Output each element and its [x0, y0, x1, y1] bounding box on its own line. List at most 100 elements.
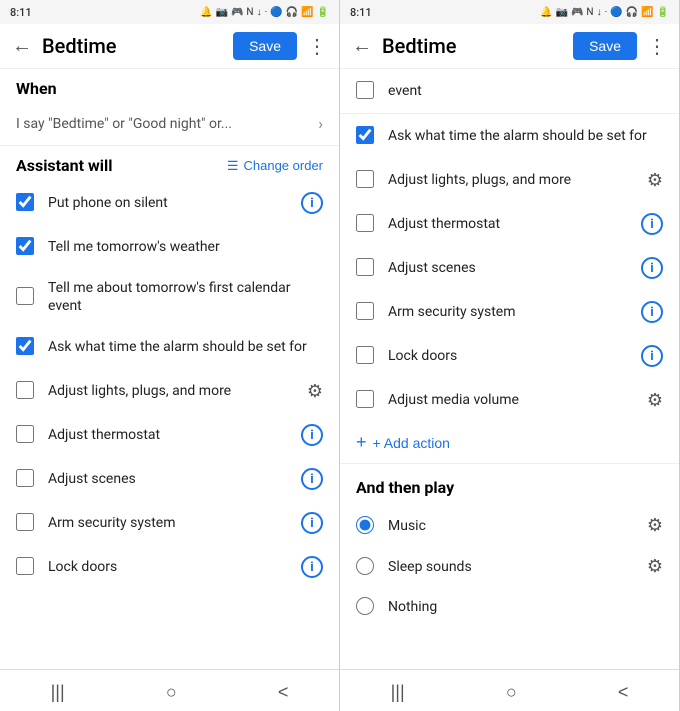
gear-icon-sleep-sounds[interactable]: ⚙	[647, 556, 663, 577]
radio-input-sleep-sounds[interactable]	[356, 557, 374, 575]
gear-icon-adjust-media-r[interactable]: ⚙	[647, 390, 663, 411]
action-adjust-scenes: Adjust scenes i	[0, 457, 339, 501]
checkbox-put-phone-silent[interactable]	[16, 193, 34, 211]
save-button-left[interactable]: Save	[233, 32, 297, 60]
info-icon-adjust-scenes[interactable]: i	[301, 468, 323, 490]
status-icons-left: 🔔 📷 🎮 N ↓ · 🔵 🎧 📶 🔋	[200, 7, 329, 18]
radio-sleep-sounds: Sleep sounds ⚙	[340, 546, 679, 587]
checkbox-ask-alarm[interactable]	[16, 337, 34, 355]
radio-label-music: Music	[388, 518, 639, 534]
action-label-adjust-lights-r: Adjust lights, plugs, and more	[388, 171, 639, 189]
checkbox-adjust-scenes-r[interactable]	[356, 258, 374, 276]
checkbox-ask-alarm-r[interactable]	[356, 126, 374, 144]
status-bar-right: 8:11 🔔 📷 🎮 N ↓ · 🔵 🎧 📶 🔋	[340, 0, 679, 24]
action-adjust-media-r: Adjust media volume ⚙	[340, 378, 679, 422]
info-icon-adjust-thermostat[interactable]: i	[301, 424, 323, 446]
action-arm-security: Arm security system i	[0, 501, 339, 545]
info-icon-adjust-scenes-r[interactable]: i	[641, 257, 663, 279]
action-label-arm-security-r: Arm security system	[388, 303, 633, 321]
change-order-button[interactable]: ☰ Change order	[227, 158, 323, 174]
info-icon-arm-security-r[interactable]: i	[641, 301, 663, 323]
back-button-right[interactable]: ←	[352, 35, 372, 58]
nav-home-left[interactable]: ○	[146, 678, 197, 707]
reorder-icon: ☰	[227, 158, 239, 174]
change-order-label: Change order	[244, 158, 324, 173]
back-button-left[interactable]: ←	[12, 35, 32, 58]
action-label-tell-calendar: Tell me about tomorrow's first calendar …	[48, 279, 323, 315]
checkbox-adjust-lights-r[interactable]	[356, 170, 374, 188]
radio-music: Music ⚙	[340, 505, 679, 546]
status-bar-left: 8:11 🔔 📷 🎮 N ↓ · 🔵 🎧 📶 🔋	[0, 0, 339, 24]
info-icon-put-phone-silent[interactable]: i	[301, 192, 323, 214]
checkbox-lock-doors[interactable]	[16, 557, 34, 575]
action-adjust-lights-r: Adjust lights, plugs, and more ⚙	[340, 158, 679, 202]
action-adjust-scenes-r: Adjust scenes i	[340, 246, 679, 290]
nav-bar-left: ||| ○ <	[0, 669, 339, 711]
action-label-adjust-lights: Adjust lights, plugs, and more	[48, 382, 299, 400]
checkbox-tell-weather[interactable]	[16, 237, 34, 255]
radio-label-nothing: Nothing	[388, 599, 663, 615]
nav-menu-left[interactable]: |||	[31, 678, 85, 707]
page-title-left: Bedtime	[42, 34, 233, 58]
action-label-adjust-scenes: Adjust scenes	[48, 470, 293, 488]
nav-bar-right: ||| ○ <	[340, 669, 679, 711]
more-button-left[interactable]: ⋮	[307, 34, 327, 59]
nav-home-right[interactable]: ○	[486, 678, 537, 707]
action-label-ask-alarm: Ask what time the alarm should be set fo…	[48, 338, 323, 356]
action-label-lock-doors: Lock doors	[48, 558, 293, 576]
action-adjust-thermostat: Adjust thermostat i	[0, 413, 339, 457]
action-label-adjust-thermostat-r: Adjust thermostat	[388, 215, 633, 233]
status-time-right: 8:11	[350, 6, 372, 19]
add-action-button[interactable]: + + Add action	[340, 422, 466, 463]
checkbox-adjust-media-r[interactable]	[356, 390, 374, 408]
checkbox-adjust-lights[interactable]	[16, 381, 34, 399]
checkbox-tell-calendar[interactable]	[16, 287, 34, 305]
action-label-lock-doors-r: Lock doors	[388, 347, 633, 365]
assistant-will-label: Assistant will	[16, 156, 112, 175]
nav-back-right[interactable]: <	[598, 678, 649, 707]
action-label-tell-weather: Tell me tomorrow's weather	[48, 238, 323, 256]
nav-menu-right[interactable]: |||	[371, 678, 425, 707]
status-time-left: 8:11	[10, 6, 32, 19]
content-right: event Ask what time the alarm should be …	[340, 69, 679, 669]
action-label-adjust-media-r: Adjust media volume	[388, 391, 639, 409]
checkbox-adjust-scenes[interactable]	[16, 469, 34, 487]
left-panel: 8:11 🔔 📷 🎮 N ↓ · 🔵 🎧 📶 🔋 ← Bedtime Save …	[0, 0, 340, 711]
checkbox-arm-security-r[interactable]	[356, 302, 374, 320]
radio-input-nothing[interactable]	[356, 597, 374, 615]
info-icon-arm-security[interactable]: i	[301, 512, 323, 534]
checkbox-adjust-thermostat[interactable]	[16, 425, 34, 443]
trigger-text: I say "Bedtime" or "Good night" or...	[16, 116, 232, 132]
save-button-right[interactable]: Save	[573, 32, 637, 60]
radio-input-music[interactable]	[356, 516, 374, 534]
info-icon-lock-doors[interactable]: i	[301, 556, 323, 578]
nav-back-left[interactable]: <	[258, 678, 309, 707]
gear-icon-music[interactable]: ⚙	[647, 515, 663, 536]
checkbox-arm-security[interactable]	[16, 513, 34, 531]
add-action-plus-icon: +	[356, 432, 367, 453]
action-tell-weather: Tell me tomorrow's weather	[0, 225, 339, 269]
more-button-right[interactable]: ⋮	[647, 34, 667, 59]
action-tell-calendar: Tell me about tomorrow's first calendar …	[0, 269, 339, 325]
info-icon-adjust-thermostat-r[interactable]: i	[641, 213, 663, 235]
action-label-arm-security: Arm security system	[48, 514, 293, 532]
when-section-title: When	[0, 69, 339, 102]
radio-label-sleep-sounds: Sleep sounds	[388, 559, 639, 575]
action-lock-doors-r: Lock doors i	[340, 334, 679, 378]
trigger-row[interactable]: I say "Bedtime" or "Good night" or... ›	[0, 102, 339, 146]
gear-icon-adjust-lights-r[interactable]: ⚙	[647, 170, 663, 191]
info-icon-lock-doors-r[interactable]: i	[641, 345, 663, 367]
action-adjust-thermostat-r: Adjust thermostat i	[340, 202, 679, 246]
checkbox-adjust-thermostat-r[interactable]	[356, 214, 374, 232]
action-label-event-r: event	[388, 82, 663, 100]
gear-icon-adjust-lights[interactable]: ⚙	[307, 381, 323, 402]
assistant-will-header: Assistant will ☰ Change order	[0, 146, 339, 181]
checkbox-event-r[interactable]	[356, 81, 374, 99]
action-label-adjust-thermostat: Adjust thermostat	[48, 426, 293, 444]
checkbox-lock-doors-r[interactable]	[356, 346, 374, 364]
action-label-adjust-scenes-r: Adjust scenes	[388, 259, 633, 277]
content-left: When I say "Bedtime" or "Good night" or.…	[0, 69, 339, 669]
status-icons-right: 🔔 📷 🎮 N ↓ · 🔵 🎧 📶 🔋	[540, 7, 669, 18]
action-arm-security-r: Arm security system i	[340, 290, 679, 334]
top-bar-left: ← Bedtime Save ⋮	[0, 24, 339, 69]
